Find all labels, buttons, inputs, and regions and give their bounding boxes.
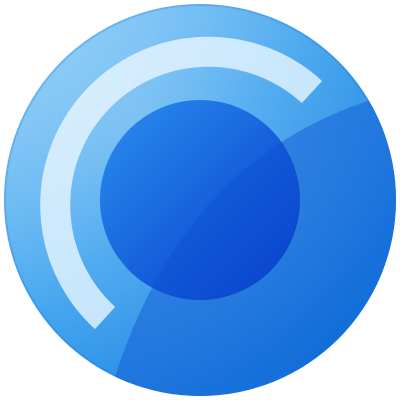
icon-canvas bbox=[0, 0, 400, 400]
circular-logo-icon bbox=[4, 4, 396, 396]
